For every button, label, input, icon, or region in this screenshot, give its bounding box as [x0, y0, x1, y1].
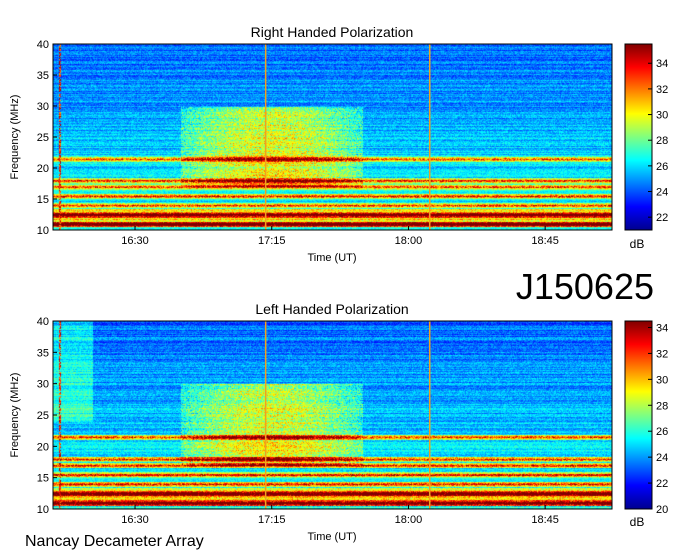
panel2-xlabel: Time (UT) [307, 531, 356, 543]
y-tick-label: 40 [37, 316, 49, 328]
panel2-ylabel: Frequency (MHz) [9, 373, 21, 458]
colorbar-tick-label: 34 [656, 58, 668, 70]
y-tick-label: 25 [37, 410, 49, 422]
panel1-colorbar [624, 43, 653, 231]
y-tick-label: 10 [37, 225, 49, 237]
y-tick-label: 20 [37, 441, 49, 453]
x-tick-label: 16:30 [121, 514, 149, 526]
colorbar-tick-label: 30 [656, 374, 668, 386]
colorbar-tick-label: 32 [656, 84, 668, 96]
colorbar-tick-label: 28 [656, 135, 668, 147]
panel1-ylabel: Frequency (MHz) [9, 95, 21, 180]
panel2-heatmap [53, 321, 612, 509]
y-tick-label: 30 [37, 379, 49, 391]
colorbar-tick-label: 22 [656, 478, 668, 490]
instrument-label: Nancay Decameter Array [25, 533, 204, 550]
colorbar-tick-label: 22 [656, 212, 668, 224]
x-tick-label: 18:00 [395, 514, 423, 526]
x-tick-label: 17:15 [258, 235, 286, 247]
y-tick-label: 35 [37, 70, 49, 82]
panel1-xlabel: Time (UT) [307, 252, 356, 264]
spectrogram-figure: Right Handed Polarization 10 15 20 25 30 35 40… [9, 24, 668, 550]
y-tick-label: 20 [37, 163, 49, 175]
colorbar-tick-label: 20 [656, 504, 668, 516]
colorbar-tick-label: 26 [656, 426, 668, 438]
panel-left-polarization: Left Handed Polarization 10 15 20 25 30 35 40 1… [9, 301, 668, 543]
x-tick-label: 18:00 [395, 235, 423, 247]
x-tick-label: 17:15 [258, 514, 286, 526]
colorbar-tick-label: 24 [656, 187, 668, 199]
y-tick-label: 10 [37, 504, 49, 516]
panel-right-polarization: Right Handed Polarization 10 15 20 25 30 35 40… [9, 24, 668, 264]
y-tick-label: 25 [37, 132, 49, 144]
panel1-colorbar-unit: dB [630, 237, 645, 251]
y-tick-label: 15 [37, 194, 49, 206]
x-tick-label: 18:45 [531, 235, 559, 247]
spectrogram-image [53, 321, 612, 509]
x-tick-label: 18:45 [531, 514, 559, 526]
colorbar-tick-label: 32 [656, 348, 668, 360]
panel1-heatmap [53, 44, 612, 230]
spectrogram-image [53, 44, 612, 230]
colorbar-tick-label: 28 [656, 400, 668, 412]
panel2-colorbar [624, 320, 653, 510]
colorbar-tick-label: 26 [656, 161, 668, 173]
x-tick-label: 16:30 [121, 235, 149, 247]
y-tick-label: 30 [37, 101, 49, 113]
colorbar-tick-label: 30 [656, 110, 668, 122]
y-tick-label: 40 [37, 39, 49, 51]
panel2-title: Left Handed Polarization [255, 301, 408, 317]
panel2-colorbar-unit: dB [630, 515, 645, 529]
y-tick-label: 35 [37, 347, 49, 359]
colorbar-tick-label: 24 [656, 452, 668, 464]
event-id-label: J150625 [516, 266, 654, 307]
colorbar-tick-label: 34 [656, 322, 668, 334]
y-tick-label: 15 [37, 473, 49, 485]
panel1-title: Right Handed Polarization [251, 24, 414, 40]
